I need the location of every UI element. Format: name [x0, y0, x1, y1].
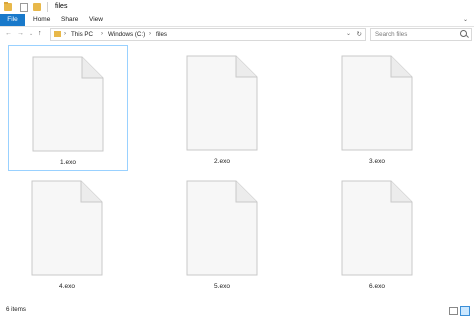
document-icon — [341, 55, 413, 151]
tab-share[interactable]: Share — [61, 14, 78, 26]
file-name: 2.exo — [214, 158, 230, 165]
search-box[interactable]: Search files — [370, 28, 472, 41]
breadcrumb-this-pc[interactable]: This PC — [71, 30, 93, 39]
details-view-icon[interactable] — [449, 307, 458, 315]
chevron-down-icon[interactable]: ⌄ — [29, 29, 33, 39]
properties-icon[interactable] — [20, 3, 28, 12]
arrow-up-icon[interactable]: ↑ — [38, 29, 42, 39]
folder-icon — [54, 31, 61, 37]
file-item[interactable]: 6.exo — [318, 170, 436, 294]
address-history-icon[interactable]: ⌄ — [346, 30, 351, 37]
refresh-icon[interactable]: ↻ — [357, 30, 362, 38]
search-input[interactable]: Search files — [375, 30, 407, 39]
new-folder-icon[interactable] — [33, 3, 41, 11]
folder-icon[interactable] — [4, 2, 12, 11]
item-count: 6 items — [6, 306, 26, 313]
tab-file[interactable]: File — [0, 14, 25, 26]
arrow-right-icon[interactable]: → — [17, 29, 24, 39]
large-icons-view-icon[interactable] — [460, 306, 470, 316]
toolbar-divider — [47, 2, 48, 12]
tab-home[interactable]: Home — [33, 14, 50, 26]
file-name: 5.exo — [214, 283, 230, 290]
arrow-left-icon[interactable]: ← — [5, 29, 12, 39]
document-icon — [32, 56, 104, 152]
expand-ribbon-icon[interactable]: ⌄ — [463, 16, 468, 23]
file-name: 3.exo — [369, 158, 385, 165]
file-list: 1.exo 2.exo 3.exo 4.exo 5.exo 6.exo — [0, 42, 474, 304]
file-name: 4.exo — [59, 283, 75, 290]
address-bar[interactable]: › This PC › Windows (C:) › files ⌄ ↻ — [50, 28, 366, 41]
document-icon — [341, 180, 413, 276]
breadcrumb-files[interactable]: files — [156, 30, 167, 39]
navigation-bar: ← → ⌄ ↑ › This PC › Windows (C:) › files… — [0, 27, 474, 41]
file-item[interactable]: 3.exo — [318, 45, 436, 169]
document-icon — [186, 55, 258, 151]
file-name: 6.exo — [369, 283, 385, 290]
file-item[interactable]: 4.exo — [8, 170, 126, 294]
file-item[interactable]: 1.exo — [8, 45, 128, 171]
breadcrumb-separator: › — [101, 31, 103, 37]
window-title: files — [55, 3, 68, 10]
document-icon — [186, 180, 258, 276]
file-item[interactable]: 2.exo — [163, 45, 281, 169]
title-bar: files — [0, 0, 474, 14]
document-icon — [31, 180, 103, 276]
tab-view[interactable]: View — [89, 14, 103, 26]
breadcrumb-windows-c[interactable]: Windows (C:) — [108, 30, 145, 39]
file-item[interactable]: 5.exo — [163, 170, 281, 294]
breadcrumb-separator: › — [64, 31, 66, 37]
ribbon-tabs: File Home Share View ⌄ — [0, 14, 474, 27]
breadcrumb-separator: › — [149, 31, 151, 37]
file-name: 1.exo — [60, 159, 76, 166]
search-icon[interactable] — [460, 30, 467, 37]
status-bar: 6 items — [0, 304, 474, 316]
